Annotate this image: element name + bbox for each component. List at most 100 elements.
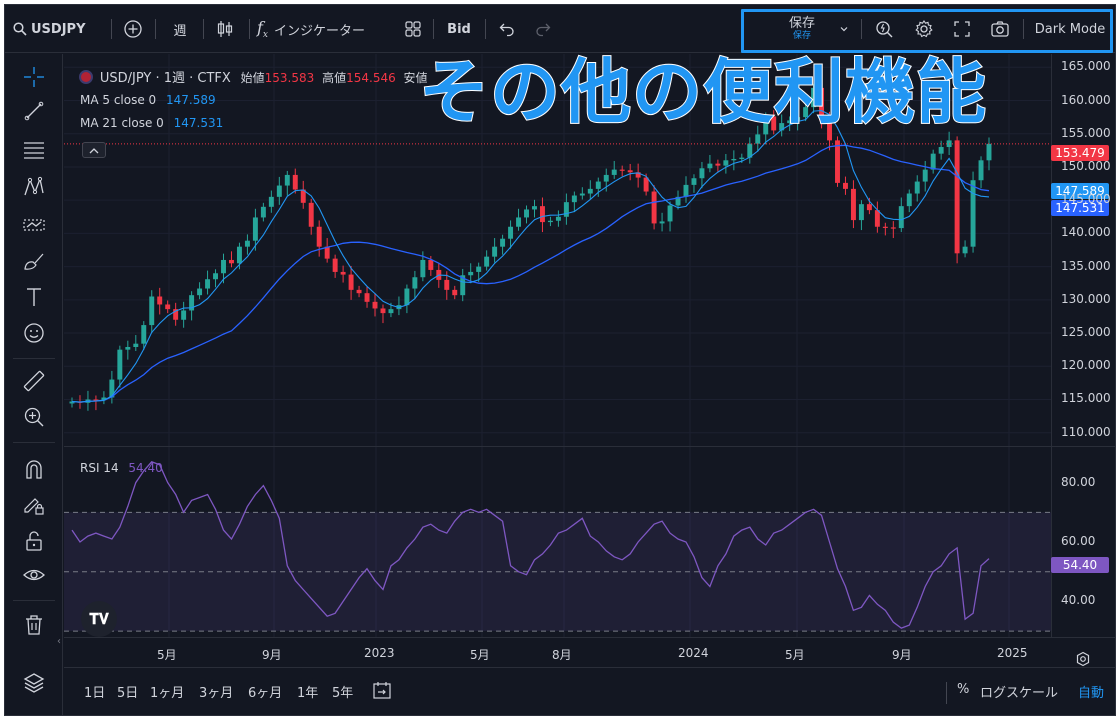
percent-scale-button[interactable]: % xyxy=(957,682,969,697)
candle xyxy=(699,168,705,179)
candle xyxy=(380,308,386,314)
crosshair-tool[interactable] xyxy=(17,62,51,92)
candle xyxy=(508,226,514,239)
fib-tool[interactable] xyxy=(17,134,51,164)
rsi-legend[interactable]: RSI 14 54.40 xyxy=(80,461,163,475)
range-button[interactable]: 5年 xyxy=(332,682,353,701)
open-label: 始値 xyxy=(240,71,265,85)
candle xyxy=(595,181,601,189)
time-axis-label: 9月 xyxy=(262,648,282,662)
candlestick-icon xyxy=(217,21,233,37)
candle xyxy=(308,202,314,227)
candle xyxy=(276,185,282,197)
time-axis-label: 9月 xyxy=(892,648,912,662)
time-axis[interactable]: 5月 9月 2023 5月 8月 2024 5月 9月 2025 xyxy=(64,637,1115,667)
compare-symbol-button[interactable] xyxy=(119,5,147,53)
candle xyxy=(197,288,203,296)
time-axis-label: 5月 xyxy=(157,648,177,662)
rsi-axis-label: 40.00 xyxy=(1061,593,1096,608)
price-axis-label: 115.000 xyxy=(1061,391,1111,406)
candle xyxy=(420,259,426,278)
layouts-button[interactable] xyxy=(399,5,427,53)
candle xyxy=(133,343,139,348)
candle xyxy=(157,296,163,305)
interval-button[interactable]: 週 xyxy=(163,5,197,53)
log-scale-button[interactable]: ログスケール xyxy=(980,682,1058,701)
candle xyxy=(244,240,250,247)
ma5-legend[interactable]: MA 5 close 0 147.589 xyxy=(80,93,216,107)
candle xyxy=(882,226,888,228)
price-axis-label: 145.000 xyxy=(1061,192,1111,207)
candle xyxy=(890,227,896,229)
time-axis-label: 5月 xyxy=(470,648,490,662)
candle xyxy=(539,206,545,223)
rsi-price-tag: 54.40 xyxy=(1051,557,1109,573)
time-axis-label: 2025 xyxy=(997,646,1028,660)
candle xyxy=(252,217,258,241)
range-button[interactable]: 5日 xyxy=(117,682,138,701)
range-button[interactable]: 6ヶ月 xyxy=(248,682,282,701)
text-tool[interactable] xyxy=(17,282,51,312)
range-button[interactable]: 1ヶ月 xyxy=(150,682,184,701)
candle xyxy=(117,349,123,380)
object-tree-button[interactable] xyxy=(17,668,51,698)
tradingview-logo[interactable]: 𝐓𝐕 xyxy=(81,601,117,637)
lock-all-tool[interactable] xyxy=(17,526,51,556)
indicators-button[interactable]: fx インジケーター xyxy=(257,5,393,53)
forecast-tool[interactable] xyxy=(17,210,51,240)
redo-button[interactable] xyxy=(529,5,557,53)
grid-layout-icon xyxy=(405,21,421,37)
zoom-tool[interactable] xyxy=(17,402,51,432)
candle xyxy=(611,169,617,175)
candle xyxy=(181,310,187,320)
candle xyxy=(500,238,506,247)
range-button[interactable]: 1年 xyxy=(297,682,318,701)
ma21-legend[interactable]: MA 21 close 0 147.531 xyxy=(80,116,223,130)
candle xyxy=(324,246,330,259)
measure-tool[interactable] xyxy=(17,366,51,396)
price-type-button[interactable]: Bid xyxy=(441,5,477,53)
ma5-line xyxy=(71,110,990,403)
emoji-tool[interactable] xyxy=(17,318,51,348)
search-icon xyxy=(13,22,27,36)
pattern-tool[interactable] xyxy=(17,172,51,202)
time-axis-label: 2023 xyxy=(364,646,395,660)
candle xyxy=(938,147,944,154)
hide-drawings-tool[interactable] xyxy=(17,560,51,590)
candle xyxy=(332,258,338,272)
layers-icon xyxy=(23,673,45,693)
candle xyxy=(221,259,226,274)
candle xyxy=(835,140,840,183)
range-button[interactable]: 3ヶ月 xyxy=(199,682,233,701)
candle xyxy=(659,221,665,224)
auto-scale-button[interactable]: 自動 xyxy=(1078,682,1104,701)
pane-divider[interactable] xyxy=(64,446,1115,447)
symbol-search-button[interactable]: USDJPY xyxy=(13,5,107,53)
candle xyxy=(922,169,928,182)
candle xyxy=(372,301,378,309)
candle xyxy=(524,209,529,218)
chart-type-button[interactable] xyxy=(211,5,239,53)
candle xyxy=(978,160,984,181)
unlock-icon xyxy=(26,531,42,551)
magnet-tool[interactable] xyxy=(17,454,51,484)
candle xyxy=(715,163,721,166)
remove-drawings-tool[interactable] xyxy=(17,610,51,640)
date-range-button[interactable] xyxy=(372,680,392,704)
candle xyxy=(731,158,737,161)
price-axis-label: 155.000 xyxy=(1061,125,1111,140)
undo-button[interactable] xyxy=(493,5,521,53)
candle xyxy=(579,193,585,196)
brush-tool[interactable] xyxy=(17,246,51,276)
lock-drawing-mode-tool[interactable] xyxy=(17,490,51,520)
candle xyxy=(532,206,537,210)
price-axis[interactable] xyxy=(1051,54,1115,637)
price-axis-label: 160.000 xyxy=(1061,92,1111,107)
legend-collapse-button[interactable] xyxy=(82,142,106,158)
price-chart[interactable] xyxy=(64,54,1051,637)
drawing-toolbar: ‹ xyxy=(5,54,63,715)
trash-icon xyxy=(26,615,42,635)
trendline-tool[interactable] xyxy=(17,96,51,126)
tv-logo-icon: 𝐓𝐕 xyxy=(89,610,109,628)
range-button[interactable]: 1日 xyxy=(84,682,105,701)
